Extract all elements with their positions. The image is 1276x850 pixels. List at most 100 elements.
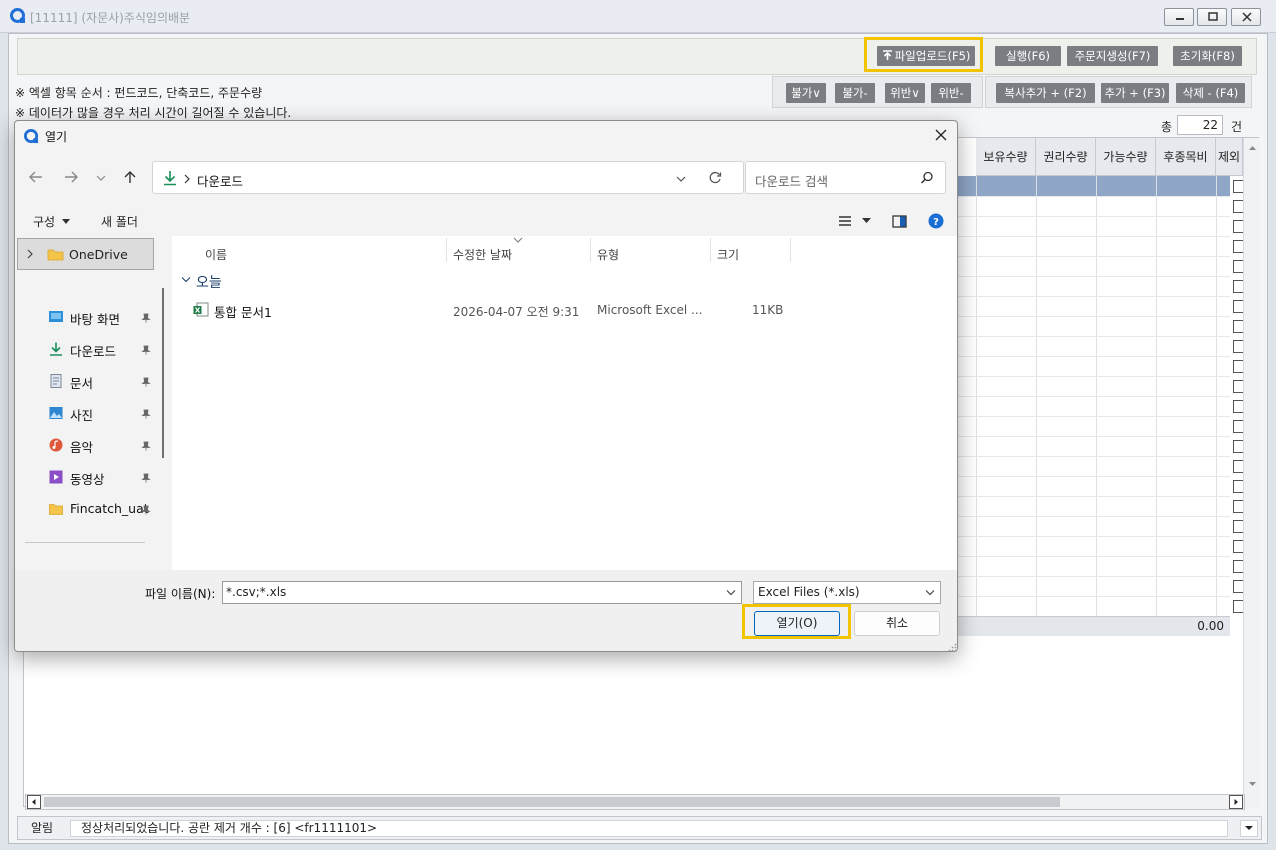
scroll-left-icon: [32, 799, 36, 805]
upload-highlight-frame: [864, 37, 983, 72]
expand-chevron-icon[interactable]: [26, 249, 34, 259]
file-type-dropdown-icon[interactable]: [924, 589, 936, 597]
scroll-right-icon: [1234, 799, 1238, 805]
downloads-folder-icon: [164, 171, 176, 186]
address-bar[interactable]: 다운로드: [152, 161, 744, 194]
nav-scrollbar[interactable]: [162, 288, 164, 458]
file-name: 통합 문서1: [214, 305, 272, 320]
filter-not-allowed-clear-button[interactable]: 불가-: [835, 83, 875, 103]
forward-arrow-icon[interactable]: [63, 170, 79, 184]
nav-item-videos[interactable]: 동영상: [70, 469, 105, 488]
search-icon: [920, 171, 933, 184]
copy-add-button[interactable]: 복사추가 + (F2): [996, 83, 1095, 103]
file-type: Microsoft Excel ...: [597, 303, 703, 317]
file-type-select[interactable]: Excel Files (*.xls): [753, 581, 941, 604]
col-header-post-ratio[interactable]: 후종목비: [1156, 138, 1216, 176]
folder-icon: [49, 504, 63, 515]
pin-icon: [141, 377, 151, 387]
note-processing-time: ※ 데이터가 많을 경우 처리 시간이 길어질 수 있습니다.: [15, 106, 292, 120]
organize-dropdown-icon: [61, 219, 70, 224]
nav-item-documents[interactable]: 문서: [70, 373, 93, 392]
app-titlebar: [11111] (자문사)주식임의배분: [0, 0, 1276, 33]
scroll-right-button[interactable]: [1229, 795, 1243, 809]
nav-label-onedrive: OneDrive: [69, 247, 128, 262]
up-arrow-icon[interactable]: [122, 170, 138, 184]
col-header-holding-qty[interactable]: 보유수량: [976, 138, 1036, 176]
run-button[interactable]: 실행(F6): [995, 46, 1061, 66]
nav-item-fincatch[interactable]: Fincatch_uat: [70, 501, 149, 516]
filter-violation-clear-button[interactable]: 위반-: [931, 83, 971, 103]
close-window-button[interactable]: [1231, 8, 1261, 26]
col-header-modified[interactable]: 수정한 날짜: [453, 246, 512, 263]
svg-text:?: ?: [933, 217, 939, 228]
back-arrow-icon[interactable]: [28, 170, 44, 184]
status-dropdown-button[interactable]: [1240, 820, 1258, 837]
total-label: 총: [1161, 120, 1173, 134]
file-size: 11KB: [752, 303, 784, 317]
new-folder-button[interactable]: 새 폴더: [101, 213, 138, 230]
view-list-icon[interactable]: [838, 215, 852, 227]
horizontal-scroll-thumb[interactable]: [44, 797, 1060, 807]
column-divider: [446, 238, 447, 262]
excel-file-icon: [193, 302, 209, 317]
videos-icon: [49, 470, 63, 484]
nav-separator: [25, 542, 145, 543]
add-row-button[interactable]: 추가 + (F3): [1101, 83, 1169, 103]
col-header-name[interactable]: 이름: [205, 246, 227, 263]
group-collapse-chevron-icon[interactable]: [181, 276, 191, 284]
col-header-rights-qty[interactable]: 권리수량: [1036, 138, 1096, 176]
organize-menu[interactable]: 구성: [33, 213, 70, 230]
help-icon[interactable]: ?: [928, 213, 944, 229]
filename-value: *.csv;*.xls: [226, 585, 287, 599]
delete-row-button[interactable]: 삭제 - (F4): [1176, 83, 1245, 103]
column-divider: [590, 238, 591, 262]
vertical-scrollbar[interactable]: [1243, 138, 1260, 808]
filename-input[interactable]: *.csv;*.xls: [222, 581, 742, 604]
minimize-icon: [1176, 18, 1184, 20]
nav-item-music[interactable]: 음악: [70, 437, 93, 456]
col-header-size[interactable]: 크기: [717, 246, 739, 263]
desktop-icon: [49, 311, 63, 322]
address-path: 다운로드: [197, 174, 244, 189]
nav-item-onedrive[interactable]: OneDrive: [17, 238, 154, 270]
col-header-type[interactable]: 유형: [597, 246, 619, 263]
address-dropdown-icon[interactable]: [675, 174, 687, 184]
col-header-available-qty[interactable]: 가능수량: [1096, 138, 1156, 176]
nav-item-pictures[interactable]: 사진: [70, 405, 93, 424]
horizontal-scrollbar[interactable]: [25, 794, 1245, 810]
pin-icon: [141, 441, 151, 451]
dialog-title: 열기: [45, 130, 68, 144]
recent-locations-chevron-icon[interactable]: [95, 173, 107, 183]
total-unit: 건: [1231, 120, 1243, 134]
minimize-button[interactable]: [1164, 8, 1194, 26]
column-divider: [790, 238, 791, 262]
view-dropdown-icon[interactable]: [862, 218, 871, 224]
cancel-button[interactable]: 취소: [854, 611, 940, 636]
sum-value: 0.00: [1197, 619, 1224, 633]
maximize-button[interactable]: [1197, 8, 1227, 26]
scroll-up-icon[interactable]: [1244, 142, 1261, 154]
total-count: 22: [1177, 115, 1223, 135]
open-highlight-frame: [742, 604, 851, 639]
organize-label: 구성: [33, 215, 56, 229]
preview-pane-icon[interactable]: [892, 215, 907, 228]
search-input[interactable]: 다운로드 검색: [745, 161, 946, 194]
scroll-down-icon[interactable]: [1244, 778, 1261, 790]
scroll-left-button[interactable]: [27, 795, 41, 809]
nav-item-desktop[interactable]: 바탕 화면: [70, 309, 120, 328]
column-divider: [710, 238, 711, 262]
search-placeholder: 다운로드 검색: [755, 174, 828, 189]
dropdown-arrow-icon: [1245, 826, 1253, 830]
dialog-close-icon[interactable]: [935, 129, 947, 141]
refresh-icon[interactable]: [708, 171, 722, 185]
nav-item-downloads[interactable]: 다운로드: [70, 341, 116, 360]
order-create-button[interactable]: 주문지생성(F7): [1067, 46, 1158, 66]
filename-dropdown-icon[interactable]: [725, 589, 737, 597]
filter-not-allowed-check-button[interactable]: 불가∨: [786, 83, 826, 103]
reset-button[interactable]: 초기화(F8): [1173, 46, 1242, 66]
folder-icon: [47, 249, 64, 261]
resize-grip-icon[interactable]: [948, 643, 957, 652]
col-header-exclude[interactable]: 제외: [1216, 138, 1243, 176]
sort-chevron-icon: [513, 237, 523, 243]
filter-violation-check-button[interactable]: 위반∨: [885, 83, 925, 103]
